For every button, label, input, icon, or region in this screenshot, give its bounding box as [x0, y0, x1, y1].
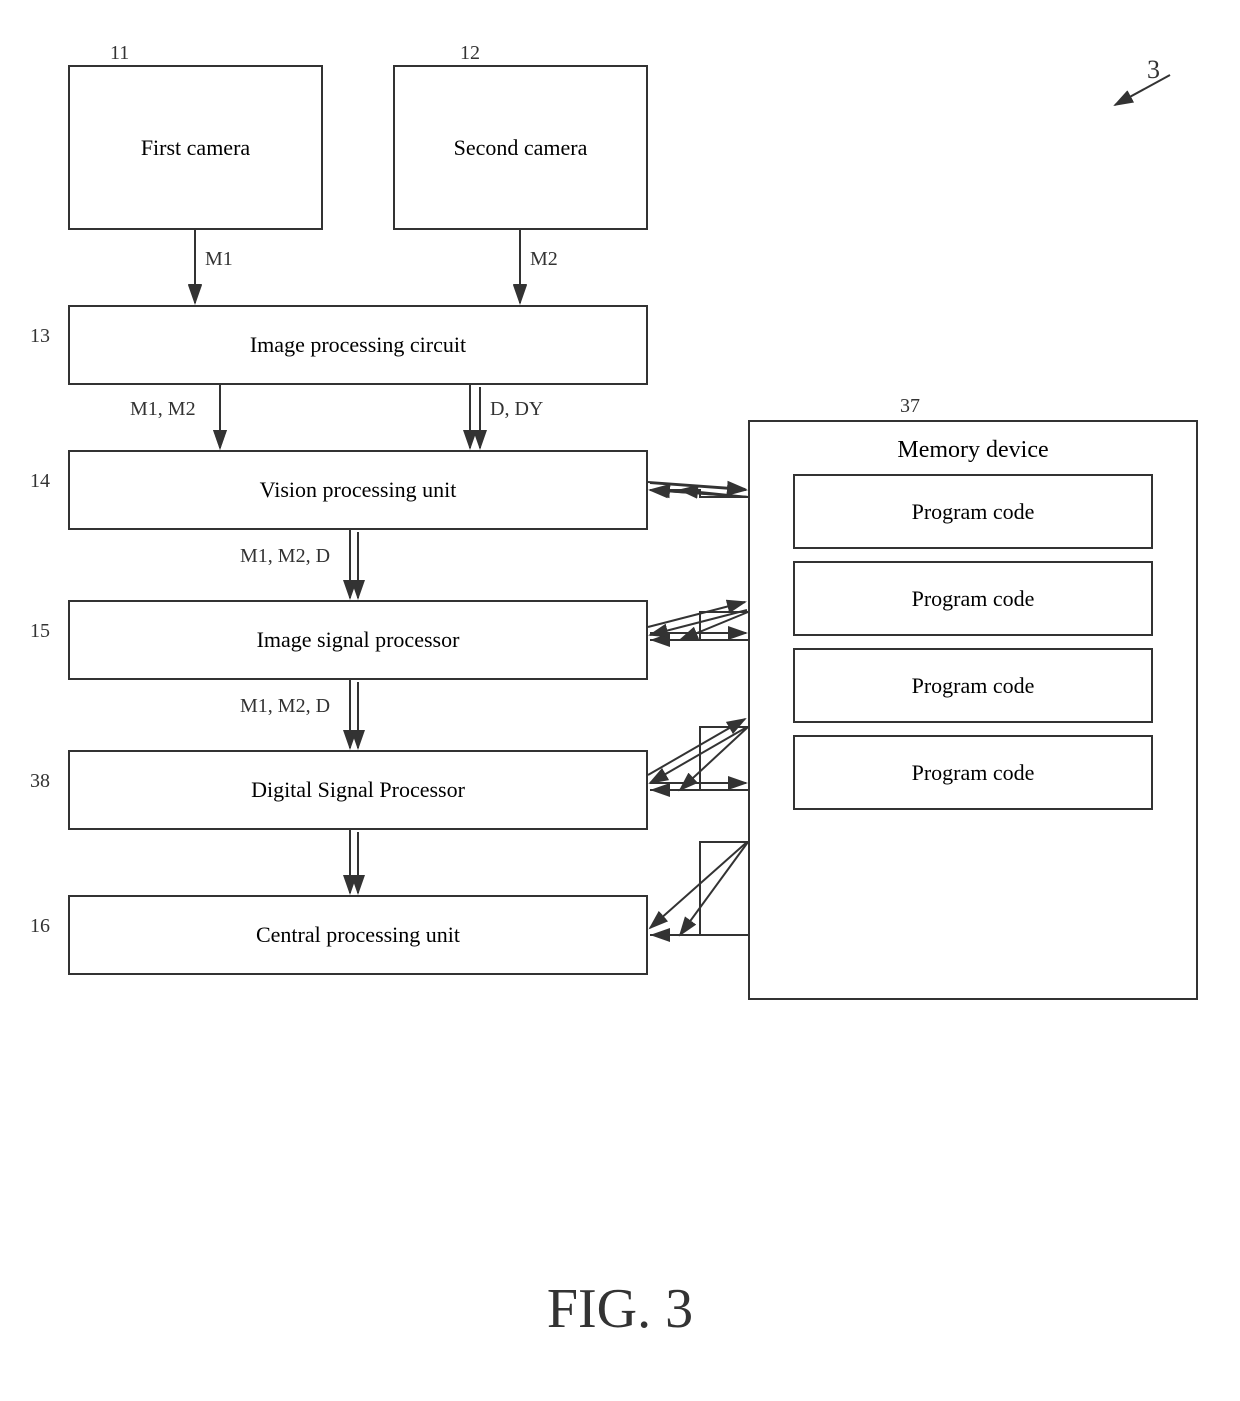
ref-arrow — [1100, 70, 1180, 110]
ref-12: 12 — [460, 42, 480, 65]
central-processing-box: Central processing unit — [68, 895, 648, 975]
program-code-2-label: Program code — [912, 586, 1035, 612]
first-camera-label: First camera — [141, 135, 250, 161]
program-code-2: Program code — [793, 561, 1153, 636]
program-code-3-label: Program code — [912, 673, 1035, 699]
m1m2d-label-2: M1, M2, D — [240, 695, 330, 718]
program-code-4: Program code — [793, 735, 1153, 810]
ref-16: 16 — [30, 915, 50, 938]
ref-37: 37 — [900, 395, 920, 418]
ref-14: 14 — [30, 470, 50, 493]
ref-3: 3 — [1147, 55, 1160, 85]
program-code-3: Program code — [793, 648, 1153, 723]
digital-signal-label: Digital Signal Processor — [251, 777, 465, 803]
central-processing-label: Central processing unit — [256, 922, 460, 948]
m2-label: M2 — [530, 248, 558, 271]
image-signal-label: Image signal processor — [257, 627, 460, 653]
image-processing-box: Image processing circuit — [68, 305, 648, 385]
digital-signal-box: Digital Signal Processor — [68, 750, 648, 830]
ref-13: 13 — [30, 325, 50, 348]
fig-label: FIG. 3 — [547, 1277, 693, 1341]
m1m2-label: M1, M2 — [130, 398, 196, 421]
program-code-1: Program code — [793, 474, 1153, 549]
ref-15: 15 — [30, 620, 50, 643]
memory-device-title: Memory device — [897, 437, 1048, 464]
second-camera-box: Second camera — [393, 65, 648, 230]
program-code-1-label: Program code — [912, 499, 1035, 525]
ref-11: 11 — [110, 42, 129, 65]
program-code-4-label: Program code — [912, 760, 1035, 786]
m1m2d-label-1: M1, M2, D — [240, 545, 330, 568]
ddy-label: D, DY — [490, 398, 543, 421]
vision-processing-label: Vision processing unit — [260, 477, 457, 503]
m1-label: M1 — [205, 248, 233, 271]
image-processing-label: Image processing circuit — [250, 332, 466, 358]
first-camera-box: First camera — [68, 65, 323, 230]
image-signal-box: Image signal processor — [68, 600, 648, 680]
second-camera-label: Second camera — [454, 135, 588, 161]
memory-device-box: Memory device Program code Program code … — [748, 420, 1198, 1000]
diagram: 3 First camera 11 Second camera 12 M1 M2… — [0, 0, 1240, 1401]
ref-38: 38 — [30, 770, 50, 793]
vision-processing-box: Vision processing unit — [68, 450, 648, 530]
